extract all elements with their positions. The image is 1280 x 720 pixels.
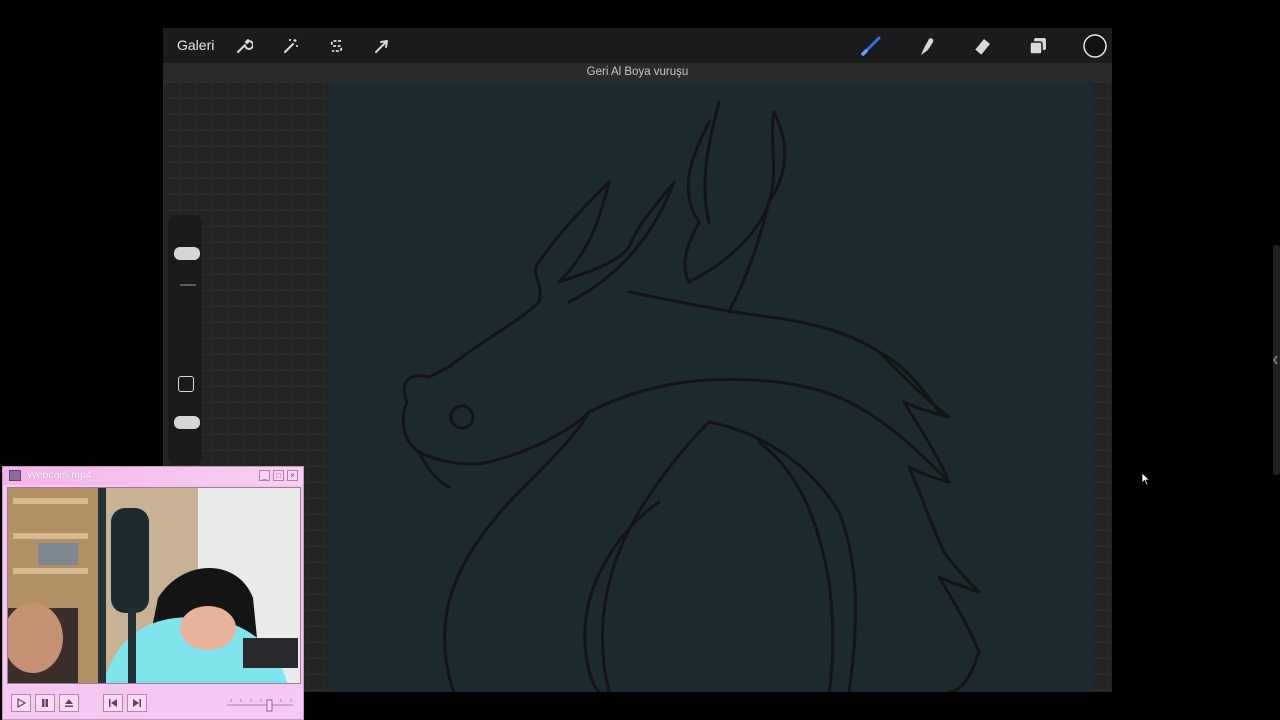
previous-icon[interactable]	[103, 694, 123, 712]
monitor-icon	[9, 470, 21, 481]
opacity-handle[interactable]	[174, 416, 200, 429]
player-title: Webcam.mp4	[27, 469, 92, 481]
gallery-button[interactable]: Galeri	[177, 37, 214, 53]
canvas-workspace[interactable]	[163, 82, 1112, 692]
eject-icon[interactable]	[59, 694, 79, 712]
desktop: Galeri Geri Al Boya vuruşu Webcam.mp4 _ …	[0, 0, 1280, 720]
webcam-player-window[interactable]: Webcam.mp4 _ □ ×	[2, 466, 304, 720]
color-circle-icon[interactable]	[1082, 33, 1108, 59]
brush-icon[interactable]	[860, 35, 882, 57]
pause-icon[interactable]	[35, 694, 55, 712]
slider-divider	[180, 284, 196, 286]
webcam-frame-image	[8, 488, 300, 683]
transform-arrow-icon[interactable]	[371, 35, 393, 57]
mouse-cursor-icon	[1141, 472, 1151, 491]
procreate-window: Galeri Geri Al Boya vuruşu	[163, 28, 1112, 692]
modify-button[interactable]	[178, 376, 194, 392]
player-controls	[3, 689, 303, 719]
top-toolbar: Galeri	[163, 28, 1112, 63]
left-sidebar	[168, 215, 202, 465]
play-icon[interactable]	[11, 694, 31, 712]
brush-size-handle[interactable]	[174, 247, 200, 260]
undo-notification: Geri Al Boya vuruşu	[163, 63, 1112, 82]
webcam-video[interactable]	[7, 487, 301, 684]
volume-slider[interactable]	[225, 696, 295, 712]
layers-icon[interactable]	[1027, 35, 1049, 57]
close-button[interactable]: ×	[287, 470, 298, 481]
eraser-icon[interactable]	[971, 35, 993, 57]
minimize-button[interactable]: _	[259, 470, 270, 481]
magic-wand-icon[interactable]	[280, 35, 302, 57]
dragon-sketch	[401, 100, 1070, 692]
drawing-canvas[interactable]	[329, 82, 1093, 692]
selection-s-icon[interactable]	[326, 35, 348, 57]
next-icon[interactable]	[127, 694, 147, 712]
smudge-icon[interactable]	[915, 35, 937, 57]
maximize-button[interactable]: □	[273, 470, 284, 481]
player-titlebar[interactable]: Webcam.mp4 _ □ ×	[3, 467, 303, 485]
wrench-icon[interactable]	[233, 35, 255, 57]
chevron-left-icon[interactable]	[1271, 352, 1280, 368]
